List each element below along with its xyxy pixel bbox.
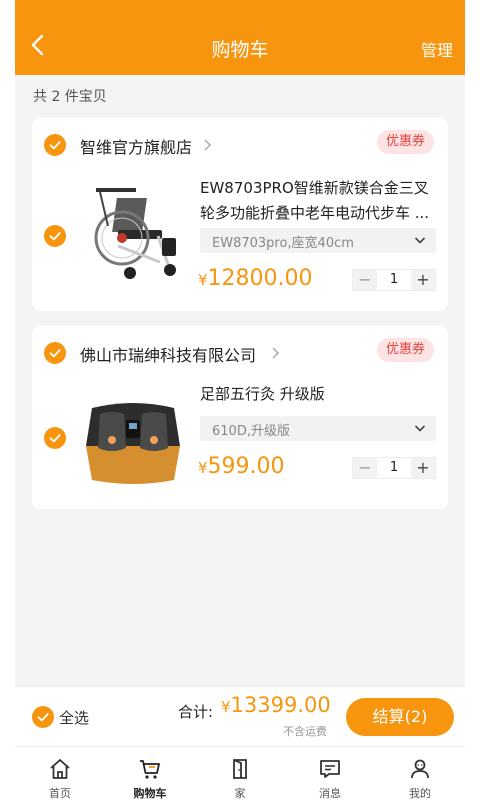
shop-name[interactable]: 智维官方旗舰店 bbox=[80, 134, 192, 158]
coupon-button[interactable]: 优惠券 bbox=[376, 130, 434, 154]
top-bar: 购物车 管理 bbox=[15, 0, 465, 75]
item-checkbox[interactable] bbox=[44, 225, 66, 247]
page-title: 购物车 bbox=[211, 39, 269, 61]
shop-checkbox[interactable] bbox=[44, 134, 66, 156]
cart-count: 共 2 件宝贝 bbox=[33, 89, 107, 105]
increase-button[interactable]: + bbox=[411, 458, 435, 478]
spec-text: 610D,升级版 bbox=[212, 424, 290, 439]
tab-label: 购物车 bbox=[133, 787, 167, 800]
shop-card: 佛山市瑞绅科技有限公司 优惠券 足部五行灸 升级版 610D,升级版 ¥599.… bbox=[32, 326, 448, 509]
chevron-right-icon[interactable] bbox=[202, 137, 212, 151]
tab-label: 家 bbox=[234, 787, 246, 800]
tab-cart[interactable]: 购物车 bbox=[105, 747, 195, 800]
product-title[interactable]: 足部五行灸 升级版 bbox=[200, 382, 440, 407]
shop-checkbox[interactable] bbox=[44, 342, 66, 364]
chevron-down-icon bbox=[414, 237, 426, 244]
decrease-button[interactable]: − bbox=[353, 458, 377, 478]
decrease-button[interactable]: − bbox=[353, 270, 377, 290]
select-all-label[interactable]: 全选 bbox=[59, 707, 89, 728]
tab-profile[interactable]: 我的 bbox=[375, 747, 465, 800]
spec-text: EW8703pro,座宽40cm bbox=[212, 236, 354, 251]
select-all-checkbox[interactable] bbox=[32, 706, 54, 728]
item-price: ¥599.00 bbox=[198, 454, 285, 479]
total-currency: ¥ bbox=[221, 698, 231, 716]
app-frame: 购物车 管理 共 2 件宝贝 智维官方旗舰店 优惠券 EW8703PRO智维新款… bbox=[15, 0, 465, 800]
total-label: 合计: bbox=[178, 703, 214, 721]
foot-massager-image[interactable] bbox=[78, 384, 188, 494]
chevron-down-icon bbox=[414, 425, 426, 432]
checkout-bar: 全选 合计: ¥13399.00 不含运费 结算(2) bbox=[15, 686, 465, 746]
tab-home[interactable]: 首页 bbox=[15, 747, 105, 800]
door-icon bbox=[233, 759, 247, 779]
chevron-right-icon[interactable] bbox=[270, 345, 280, 359]
wheelchair-image[interactable] bbox=[78, 176, 188, 286]
spec-selector[interactable]: EW8703pro,座宽40cm bbox=[200, 228, 436, 253]
item-price: ¥12800.00 bbox=[198, 266, 313, 291]
coupon-button[interactable]: 优惠券 bbox=[376, 338, 434, 362]
tab-home-family[interactable]: 家 bbox=[195, 747, 285, 800]
price-currency: ¥ bbox=[198, 459, 208, 477]
tab-messages[interactable]: 消息 bbox=[285, 747, 375, 800]
total-amount: ¥13399.00 bbox=[221, 693, 331, 717]
shop-name[interactable]: 佛山市瑞绅科技有限公司 bbox=[80, 342, 256, 366]
price-currency: ¥ bbox=[198, 271, 208, 289]
increase-button[interactable]: + bbox=[411, 270, 435, 290]
quantity-value[interactable]: 1 bbox=[377, 458, 411, 478]
tab-label: 消息 bbox=[319, 787, 341, 800]
tab-bar: 首页 购物车 家 消息 我的 bbox=[15, 746, 465, 800]
quantity-value[interactable]: 1 bbox=[377, 270, 411, 290]
price-amount: 599.00 bbox=[207, 454, 285, 479]
price-amount: 12800.00 bbox=[207, 266, 313, 291]
message-icon bbox=[320, 760, 340, 778]
cart-icon bbox=[140, 760, 160, 779]
user-icon bbox=[411, 759, 429, 779]
home-icon bbox=[50, 759, 70, 779]
checkout-button[interactable]: 结算(2) bbox=[346, 698, 454, 736]
manage-button[interactable]: 管理 bbox=[421, 37, 453, 61]
quantity-stepper: − 1 + bbox=[352, 269, 436, 291]
quantity-stepper: − 1 + bbox=[352, 457, 436, 479]
total-value: 13399.00 bbox=[230, 693, 331, 717]
product-title[interactable]: EW8703PRO智维新款镁合金三叉轮多功能折叠中老年电动代步车 ... bbox=[200, 176, 440, 226]
tab-label: 我的 bbox=[409, 787, 431, 800]
tab-label: 首页 bbox=[49, 787, 71, 800]
shop-card: 智维官方旗舰店 优惠券 EW8703PRO智维新款镁合金三叉轮多功能折叠中老年电… bbox=[32, 118, 448, 311]
shipping-note: 不含运费 bbox=[283, 725, 327, 738]
spec-selector[interactable]: 610D,升级版 bbox=[200, 416, 436, 441]
item-checkbox[interactable] bbox=[44, 427, 66, 449]
